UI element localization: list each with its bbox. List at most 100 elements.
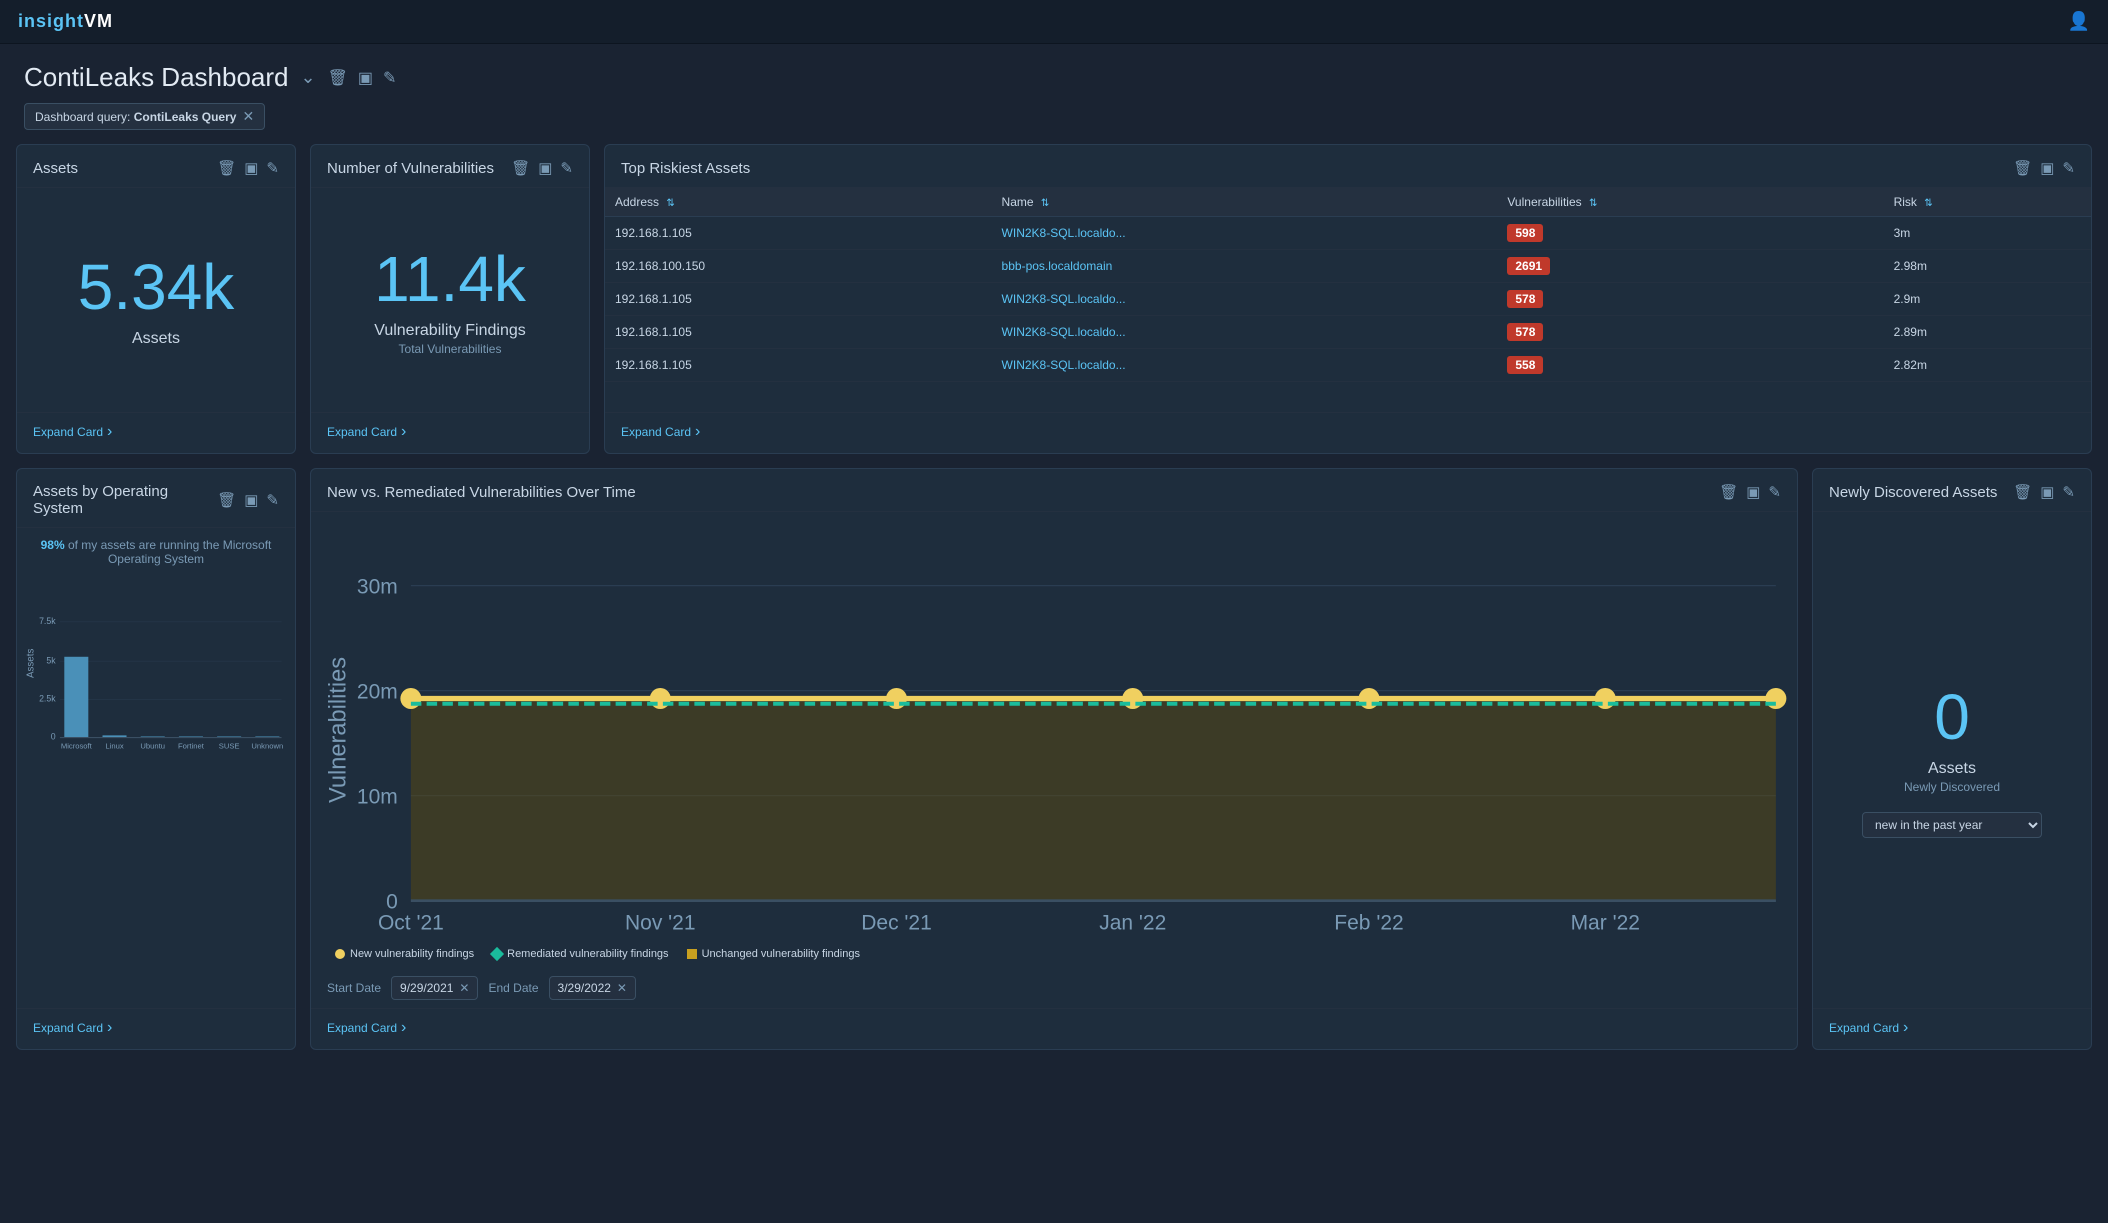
svg-text:10m: 10m xyxy=(357,786,398,809)
title-chevron-icon[interactable]: ⌄ xyxy=(301,67,316,88)
newly-edit-icon[interactable]: ✎ xyxy=(2062,483,2075,501)
end-date-clear-icon[interactable]: ✕ xyxy=(617,981,627,995)
newly-dropdown-wrapper: new in the past year xyxy=(1862,812,2042,838)
nvr-copy-icon[interactable]: ▣ xyxy=(1746,483,1760,501)
top-riskiest-delete-icon[interactable]: 🗑 xyxy=(2013,159,2032,177)
vulns-expand-link[interactable]: Expand Card xyxy=(327,423,406,441)
newly-expand-link[interactable]: Expand Card xyxy=(1829,1019,1908,1037)
svg-text:Microsoft: Microsoft xyxy=(61,741,93,750)
col-risk[interactable]: Risk ⇅ xyxy=(1884,188,2091,217)
nvr-edit-icon[interactable]: ✎ xyxy=(1768,483,1781,501)
col-vulnerabilities[interactable]: Vulnerabilities ⇅ xyxy=(1497,188,1883,217)
top-riskiest-edit-icon[interactable]: ✎ xyxy=(2062,159,2075,177)
newly-delete-icon[interactable]: 🗑 xyxy=(2013,483,2032,501)
top-riskiest-icons: 🗑 ▣ ✎ xyxy=(2013,159,2075,177)
vulns-copy-icon[interactable]: ▣ xyxy=(538,159,552,177)
filter-bar: Dashboard query: ContiLeaks Query ✕ xyxy=(0,103,2108,144)
row-address: 192.168.1.105 xyxy=(605,283,992,316)
row-address: 192.168.100.150 xyxy=(605,250,992,283)
col-address[interactable]: Address ⇅ xyxy=(605,188,992,217)
row2: Assets by Operating System 🗑 ▣ ✎ 98% of … xyxy=(0,468,2108,1064)
table-row: 192.168.100.150 bbb-pos.localdomain 2691… xyxy=(605,250,2091,283)
row-address: 192.168.1.105 xyxy=(605,316,992,349)
svg-text:Unknown: Unknown xyxy=(251,741,283,750)
start-date-label: Start Date xyxy=(327,981,381,995)
assets-by-os-expand-link[interactable]: Expand Card xyxy=(33,1019,112,1037)
svg-text:20m: 20m xyxy=(357,681,398,704)
assets-by-os-footer: Expand Card xyxy=(17,1008,295,1049)
vulns-card-icons: 🗑 ▣ ✎ xyxy=(511,159,573,177)
row-name[interactable]: WIN2K8-SQL.localdo... xyxy=(992,217,1498,250)
copy-dashboard-icon[interactable]: ▣ xyxy=(358,68,373,88)
svg-text:0: 0 xyxy=(51,732,56,742)
assets-card-icons: 🗑 ▣ ✎ xyxy=(217,159,279,177)
row-risk: 2.9m xyxy=(1884,283,2091,316)
legend-remediated-icon xyxy=(490,947,504,961)
filter-remove-icon[interactable]: ✕ xyxy=(242,108,254,125)
assets-copy-icon[interactable]: ▣ xyxy=(244,159,258,177)
row-vulns: 598 xyxy=(1497,217,1883,250)
top-riskiest-copy-icon[interactable]: ▣ xyxy=(2040,159,2054,177)
assets-expand-link[interactable]: Expand Card xyxy=(33,423,112,441)
row-name[interactable]: WIN2K8-SQL.localdo... xyxy=(992,283,1498,316)
row-risk: 2.89m xyxy=(1884,316,2091,349)
legend-new-label: New vulnerability findings xyxy=(350,948,474,960)
assets-by-os-icons: 🗑 ▣ ✎ xyxy=(217,491,279,509)
assets-edit-icon[interactable]: ✎ xyxy=(266,159,279,177)
assets-by-os-delete-icon[interactable]: 🗑 xyxy=(217,491,236,509)
app-logo: insightVM xyxy=(18,11,113,32)
row-name[interactable]: bbb-pos.localdomain xyxy=(992,250,1498,283)
start-date-input[interactable]: 9/29/2021 ✕ xyxy=(391,976,478,1000)
nvr-delete-icon[interactable]: 🗑 xyxy=(1719,483,1738,501)
assets-by-os-body: 98% of my assets are running the Microso… xyxy=(17,528,295,1008)
newly-label: Assets xyxy=(1928,760,1976,778)
svg-text:7.5k: 7.5k xyxy=(39,616,56,626)
user-icon[interactable]: 👤 xyxy=(2068,11,2090,32)
vulns-edit-icon[interactable]: ✎ xyxy=(560,159,573,177)
svg-text:Jan '22: Jan '22 xyxy=(1099,912,1166,935)
svg-text:0: 0 xyxy=(386,891,398,914)
legend-unchanged: Unchanged vulnerability findings xyxy=(687,948,860,960)
os-chart-subtitle: 98% of my assets are running the Microso… xyxy=(25,538,287,566)
newly-discovered-card: Newly Discovered Assets 🗑 ▣ ✎ 0 Assets N… xyxy=(1812,468,2092,1050)
edit-dashboard-icon[interactable]: ✎ xyxy=(383,68,396,88)
nvr-legend: New vulnerability findings Remediated vu… xyxy=(319,940,1789,968)
svg-text:Linux: Linux xyxy=(105,741,123,750)
vulns-card-header: Number of Vulnerabilities 🗑 ▣ ✎ xyxy=(311,145,589,188)
svg-text:Nov '21: Nov '21 xyxy=(625,912,696,935)
header-actions: 🗑 ▣ ✎ xyxy=(328,68,397,88)
row-name[interactable]: WIN2K8-SQL.localdo... xyxy=(992,349,1498,382)
newly-value: 0 xyxy=(1934,682,1970,752)
bar-chart-svg: Assets 0 2.5k 5k 7.5k xyxy=(25,576,287,751)
start-date-clear-icon[interactable]: ✕ xyxy=(459,981,469,995)
vulns-card-title: Number of Vulnerabilities xyxy=(327,160,511,177)
assets-value: 5.34k xyxy=(78,252,235,322)
vulns-delete-icon[interactable]: 🗑 xyxy=(511,159,530,177)
row-name[interactable]: WIN2K8-SQL.localdo... xyxy=(992,316,1498,349)
top-riskiest-expand-link[interactable]: Expand Card xyxy=(621,423,700,441)
delete-dashboard-icon[interactable]: 🗑 xyxy=(328,68,348,88)
bar-microsoft xyxy=(64,657,88,738)
end-date-input[interactable]: 3/29/2022 ✕ xyxy=(549,976,636,1000)
assets-by-os-edit-icon[interactable]: ✎ xyxy=(266,491,279,509)
newly-time-select[interactable]: new in the past year xyxy=(1862,812,2042,838)
newly-copy-icon[interactable]: ▣ xyxy=(2040,483,2054,501)
vulns-card-body: 11.4k Vulnerability Findings Total Vulne… xyxy=(311,188,589,412)
nvr-expand-link[interactable]: Expand Card xyxy=(327,1019,406,1037)
newly-discovered-footer: Expand Card xyxy=(1813,1008,2091,1049)
svg-text:Fortinet: Fortinet xyxy=(178,741,205,750)
svg-text:SUSE: SUSE xyxy=(219,741,240,750)
nvr-card: New vs. Remediated Vulnerabilities Over … xyxy=(310,468,1798,1050)
assets-delete-icon[interactable]: 🗑 xyxy=(217,159,236,177)
legend-new: New vulnerability findings xyxy=(335,948,474,960)
assets-label: Assets xyxy=(132,330,180,348)
nvr-icons: 🗑 ▣ ✎ xyxy=(1719,483,1781,501)
nvr-chart-svg: Vulnerabilities 0 10m 20m 30m xyxy=(319,520,1789,940)
col-name[interactable]: Name ⇅ xyxy=(992,188,1498,217)
assets-by-os-header: Assets by Operating System 🗑 ▣ ✎ xyxy=(17,469,295,528)
end-date-label: End Date xyxy=(488,981,538,995)
table-row: 192.168.1.105 WIN2K8-SQL.localdo... 558 … xyxy=(605,349,2091,382)
table-row: 192.168.1.105 WIN2K8-SQL.localdo... 598 … xyxy=(605,217,2091,250)
assets-card-footer: Expand Card xyxy=(17,412,295,453)
assets-by-os-copy-icon[interactable]: ▣ xyxy=(244,491,258,509)
